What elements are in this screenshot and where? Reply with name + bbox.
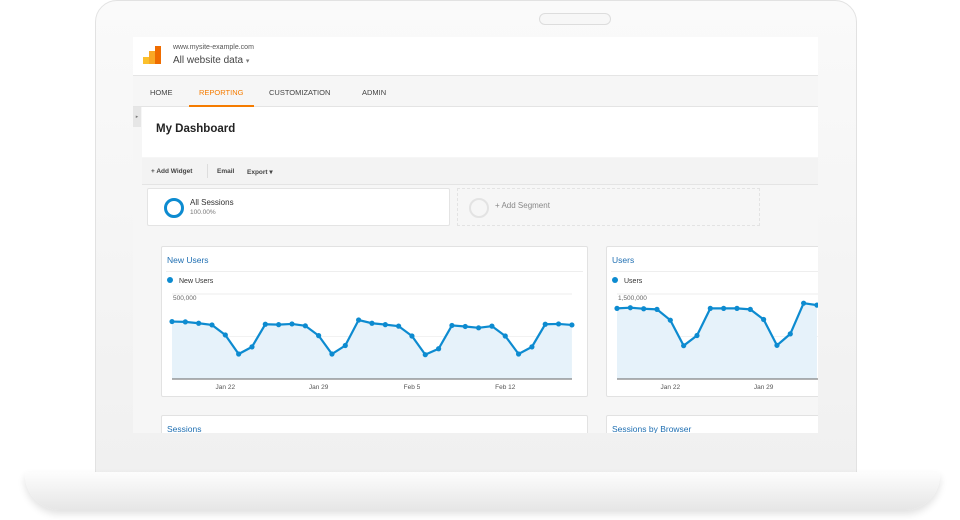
data-point (787, 331, 793, 337)
data-point (289, 321, 295, 327)
data-point (681, 343, 687, 349)
data-point (614, 305, 620, 311)
empty-segment-ring-icon (469, 198, 489, 218)
data-point (236, 351, 242, 357)
data-point (502, 333, 508, 339)
main-nav: HOME REPORTING CUSTOMIZATION ADMIN (133, 77, 818, 107)
data-point (694, 332, 700, 339)
data-point (774, 342, 780, 348)
data-point (396, 323, 402, 329)
data-point (182, 319, 188, 325)
data-point (641, 306, 647, 312)
data-point (542, 321, 548, 327)
y-tick-label: 500,000 (173, 295, 197, 302)
title-bar (142, 107, 818, 157)
data-point (761, 316, 767, 323)
divider (207, 164, 208, 178)
export-button[interactable]: Export ▾ (247, 168, 273, 176)
caret-down-icon: ▾ (245, 58, 250, 65)
data-point (667, 317, 673, 323)
tab-admin[interactable]: ADMIN (362, 88, 386, 97)
data-point (475, 325, 482, 331)
property-label: All website data (173, 55, 244, 66)
data-point (801, 300, 807, 306)
y-tick-label: 1,500,000 (618, 295, 647, 302)
analytics-logo-icon (143, 46, 161, 64)
area-fill (172, 320, 572, 379)
data-point (369, 320, 375, 326)
widget-title[interactable]: Sessions by Browser (612, 424, 691, 433)
widget-new-users: New Users New Users 500,000250,000Jan 22… (161, 246, 588, 397)
data-point (249, 344, 255, 350)
data-point (654, 306, 660, 312)
data-point (707, 305, 713, 311)
data-point (302, 323, 308, 329)
data-point (316, 333, 322, 339)
data-point (356, 317, 362, 323)
data-point (515, 351, 522, 357)
data-point (462, 323, 468, 330)
tab-customization[interactable]: CUSTOMIZATION (269, 88, 330, 97)
data-point (449, 322, 455, 329)
users-chart: 1,500,000750,000Jan 22Jan 29 (614, 293, 818, 391)
x-tick-label: Feb 5 (404, 384, 421, 391)
data-point (276, 322, 282, 328)
data-point (747, 306, 753, 312)
sidebar-expand-icon[interactable]: ▸ (133, 107, 141, 127)
segment-percent: 100.00% (190, 209, 216, 216)
segment-name: All Sessions (190, 198, 234, 207)
data-point (555, 321, 562, 327)
tab-reporting[interactable]: REPORTING (199, 88, 243, 97)
data-point (382, 322, 388, 328)
x-tick-label: Jan 29 (309, 384, 329, 391)
add-widget-button[interactable]: + Add Widget (151, 168, 192, 175)
data-point (222, 332, 228, 338)
header: www.mysite-example.com All website data … (133, 37, 818, 76)
add-segment-button[interactable]: + Add Segment (457, 188, 760, 226)
tab-home[interactable]: HOME (150, 88, 173, 97)
data-point (209, 322, 215, 328)
data-point (721, 305, 727, 311)
widget-sessions-by-browser: Sessions by Browser (606, 415, 818, 433)
property-selector[interactable]: All website data ▾ (173, 55, 249, 66)
data-point (342, 342, 348, 349)
laptop-base (25, 472, 940, 510)
screen: www.mysite-example.com All website data … (133, 37, 818, 433)
add-segment-label: + Add Segment (495, 201, 550, 210)
area-fill (617, 303, 817, 379)
x-tick-label: Feb 12 (495, 384, 516, 391)
widget-sessions: Sessions (161, 415, 588, 433)
data-point (329, 351, 335, 357)
data-point (262, 321, 268, 327)
site-url: www.mysite-example.com (173, 44, 254, 51)
data-point (569, 322, 575, 328)
widget-title[interactable]: Sessions (167, 424, 202, 433)
x-tick-label: Jan 29 (754, 384, 774, 391)
data-point (422, 352, 428, 358)
data-point (196, 320, 202, 326)
data-point (169, 318, 175, 325)
new-users-chart: 500,000250,000Jan 22Jan 29Feb 5Feb 12 (169, 293, 575, 391)
data-point (627, 305, 633, 311)
data-point (734, 305, 740, 311)
data-point (529, 344, 535, 350)
data-point (436, 346, 442, 352)
data-point (409, 333, 415, 339)
segment-all-sessions[interactable]: All Sessions 100.00% (147, 188, 450, 226)
email-button[interactable]: Email (217, 168, 234, 175)
laptop-camera (539, 13, 611, 25)
data-point (489, 323, 495, 329)
page-title: My Dashboard (156, 123, 236, 135)
x-tick-label: Jan 22 (661, 384, 681, 391)
x-tick-label: Jan 22 (216, 384, 236, 391)
segment-ring-icon (164, 198, 184, 218)
widget-users: Users Users 1,500,000750,000Jan 22Jan 29 (606, 246, 818, 397)
toolbar: + Add Widget Email Export ▾ (142, 158, 818, 185)
